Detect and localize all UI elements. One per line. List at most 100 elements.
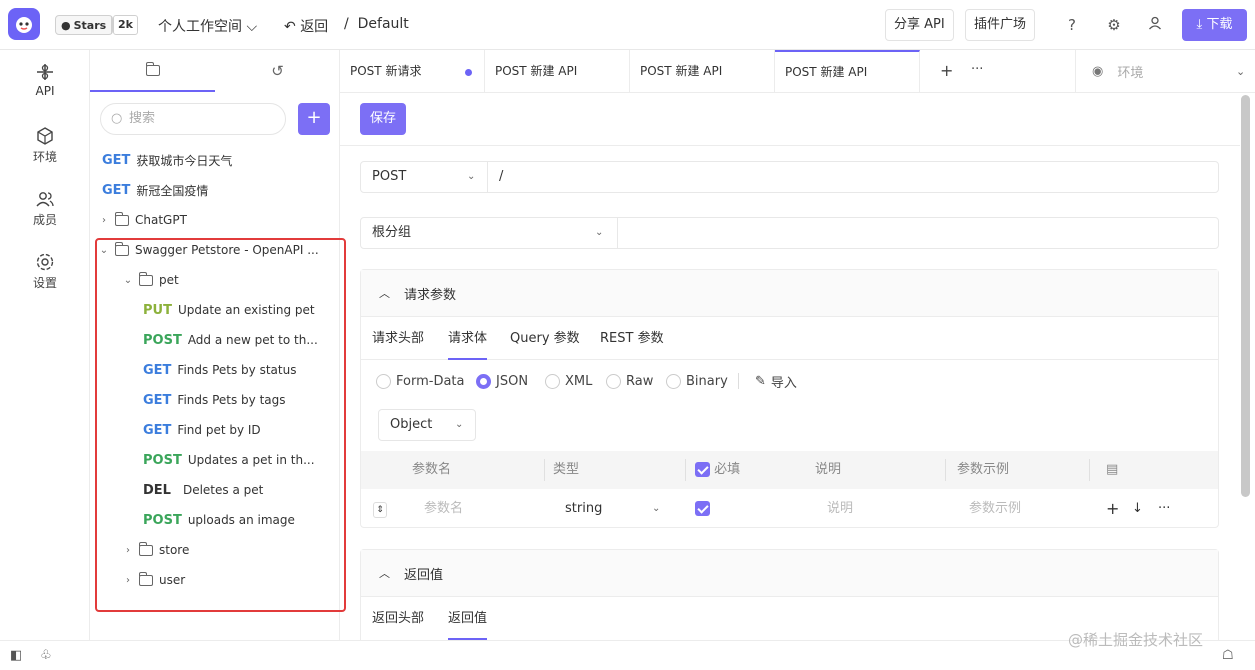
required-checkbox[interactable] xyxy=(695,489,710,529)
param-example-input[interactable]: 参数示例 xyxy=(969,489,1021,529)
tab-request-body[interactable]: 请求体 xyxy=(448,317,487,360)
radio-json[interactable]: JSON xyxy=(476,360,528,402)
row-sort-handle[interactable]: ⇕ xyxy=(373,489,387,529)
robot-icon[interactable]: ☖ xyxy=(1222,648,1234,663)
add-api-button[interactable]: + xyxy=(298,103,330,135)
breadcrumb-current[interactable]: Default xyxy=(358,16,409,32)
request-tab[interactable]: POST 新建 API xyxy=(630,50,775,93)
tree-item-label: 获取城市今日天气 xyxy=(136,152,232,169)
sidebar-toggle-icon[interactable]: ◧ xyxy=(10,648,22,663)
radio-circle xyxy=(376,374,391,389)
edit-icon: ✎ xyxy=(755,374,766,389)
tree-folder-chatgpt[interactable]: ›ChatGPT xyxy=(97,205,187,235)
api-name-input[interactable] xyxy=(618,218,1218,248)
arrow-down-icon[interactable]: ↓ xyxy=(1132,489,1143,529)
plugins-button[interactable]: 插件广场 xyxy=(965,9,1035,41)
app-logo[interactable] xyxy=(8,8,40,40)
tab-return-value[interactable]: 返回值 xyxy=(448,597,487,640)
param-name-input[interactable]: 参数名 xyxy=(424,489,463,529)
column-header-name: 参数名 xyxy=(412,451,451,489)
download-button[interactable]: ⤓ 下载 xyxy=(1182,9,1247,41)
column-header-type: 类型 xyxy=(553,451,579,489)
chevron-down-icon: ⌄ xyxy=(652,489,660,529)
chevron-right-icon: › xyxy=(97,215,111,226)
tab-query-params[interactable]: Query 参数 xyxy=(510,317,580,360)
download-icon: ⤓ xyxy=(1197,17,1207,32)
rail-item-members[interactable]: 成员 xyxy=(0,189,90,228)
group-select[interactable]: 根分组⌄ xyxy=(361,218,618,248)
breadcrumb: / Default xyxy=(344,16,409,32)
radio-xml[interactable]: XML xyxy=(545,360,592,402)
radio-label: Form-Data xyxy=(396,374,464,389)
method-select[interactable]: POST⌄ xyxy=(361,162,488,192)
body-type-radios: Form-Data JSON XML Raw Binary ✎导入 xyxy=(361,360,1218,402)
radio-separator xyxy=(738,373,739,389)
add-tab-button[interactable]: + xyxy=(940,61,953,80)
column-header-example: 参数示例 xyxy=(957,451,1009,489)
params-table-header: 参数名 类型 必填 说明 参数示例 ▤ xyxy=(361,451,1218,489)
request-tab[interactable]: POST 新请求 xyxy=(340,50,485,93)
request-params-header[interactable]: ︿请求参数 xyxy=(361,270,1218,317)
request-tab[interactable]: POST 新建 API xyxy=(485,50,630,93)
chevron-down-icon: ⌄ xyxy=(455,410,463,440)
github-icon: ● xyxy=(61,19,71,32)
column-divider xyxy=(685,459,686,481)
tab-return-headers[interactable]: 返回头部 xyxy=(372,597,424,640)
tree-item[interactable]: GET 新冠全国疫情 xyxy=(102,175,208,205)
radio-circle-selected xyxy=(476,374,491,389)
radio-circle xyxy=(606,374,621,389)
search-input[interactable]: ○ 搜索 xyxy=(100,103,286,135)
document-icon[interactable]: ▤ xyxy=(1106,451,1118,489)
column-divider xyxy=(945,459,946,481)
left-rail: API 环境 成员 设置 xyxy=(0,50,90,640)
scrollbar[interactable] xyxy=(1241,95,1250,497)
settings-icon xyxy=(35,252,55,272)
radio-form-data[interactable]: Form-Data xyxy=(376,360,464,402)
rail-item-settings[interactable]: 设置 xyxy=(0,252,90,291)
return-header[interactable]: ︿返回值 xyxy=(361,550,1218,597)
tab-more-button[interactable]: ··· xyxy=(971,62,983,77)
radio-circle xyxy=(545,374,560,389)
tab-history[interactable]: ↺ xyxy=(215,50,340,92)
gear-icon[interactable]: ⚙ xyxy=(1104,15,1124,35)
return-panel: ︿返回值 返回头部 返回值 xyxy=(360,549,1219,640)
radio-binary[interactable]: Binary xyxy=(666,360,728,402)
tab-rest-params[interactable]: REST 参数 xyxy=(600,317,664,360)
add-row-button[interactable]: + xyxy=(1106,489,1119,529)
user-icon[interactable] xyxy=(1145,15,1165,35)
eye-icon: ◉ xyxy=(1092,64,1103,79)
column-header-required: 必填 xyxy=(695,451,740,489)
request-tab-active[interactable]: POST 新建 API xyxy=(775,50,920,93)
share-api-button[interactable]: 分享 API xyxy=(885,9,954,41)
back-button[interactable]: ↶ 返回 xyxy=(284,16,328,36)
param-description-input[interactable]: 说明 xyxy=(827,489,853,529)
radio-label: XML xyxy=(565,374,592,389)
rail-item-environment[interactable]: 环境 xyxy=(0,126,90,165)
tab-folders[interactable] xyxy=(90,50,215,92)
column-divider xyxy=(544,459,545,481)
tree-item[interactable]: GET获取城市今日天气 xyxy=(102,145,232,175)
method-badge: GET xyxy=(102,183,130,198)
column-header-description: 说明 xyxy=(815,451,841,489)
rail-item-api[interactable]: API xyxy=(0,62,90,98)
root-type-select[interactable]: Object ⌄ xyxy=(378,409,476,441)
table-row: ⇕ 参数名 string ⌄ 说明 参数示例 + ↓ ··· xyxy=(361,489,1218,529)
tab-request-headers[interactable]: 请求头部 xyxy=(372,317,424,360)
folder-icon xyxy=(146,65,160,76)
checkbox-checked-icon[interactable] xyxy=(695,462,710,477)
tree-item-label: 新冠全国疫情 xyxy=(136,182,208,199)
radio-raw[interactable]: Raw xyxy=(606,360,653,402)
import-button[interactable]: ✎导入 xyxy=(755,360,797,402)
github-stars-button[interactable]: ●Stars xyxy=(55,15,113,35)
workspace-dropdown[interactable]: 个人工作空间 ⌵ xyxy=(158,16,257,36)
status-bar: ◧ ♧ ☖ xyxy=(0,640,1255,670)
help-icon[interactable]: ? xyxy=(1062,15,1082,35)
radio-circle xyxy=(666,374,681,389)
row-more-button[interactable]: ··· xyxy=(1158,489,1170,529)
environment-select[interactable]: ◉ 环境 ⌄ xyxy=(1075,50,1255,93)
path-input[interactable]: / xyxy=(488,162,503,192)
save-button[interactable]: 保存 xyxy=(360,103,406,135)
param-type-select[interactable]: string xyxy=(565,489,602,529)
chevron-down-icon: ⌄ xyxy=(595,218,603,248)
shirt-icon[interactable]: ♧ xyxy=(40,648,52,663)
